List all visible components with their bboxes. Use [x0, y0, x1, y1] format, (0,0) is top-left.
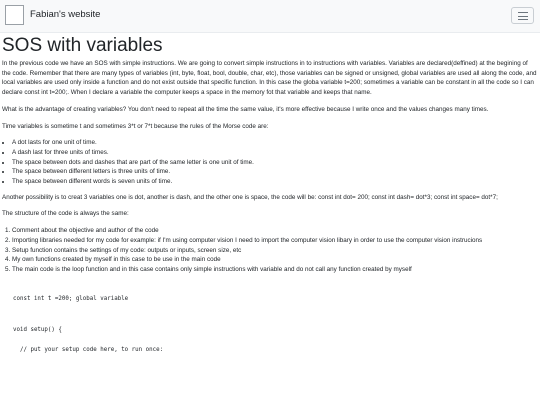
advantage-paragraph: What is the advantage of creating variab…	[2, 105, 489, 113]
list-item: The space between dots and dashes that a…	[12, 158, 538, 168]
intro-paragraph: In the previous code we have an SOS with…	[2, 60, 537, 97]
code-line: void setup() {	[13, 327, 62, 334]
list-item: The space between different letters is t…	[12, 167, 538, 177]
list-item: A dot lasts for one unit of time.	[12, 138, 538, 148]
structure-list: Comment about the objective and author o…	[2, 226, 538, 275]
navbar-toggler-button[interactable]	[511, 7, 534, 24]
main-content: SOS with variables In the previous code …	[0, 35, 540, 355]
structure-intro-paragraph: The structure of the code is always the …	[2, 210, 129, 218]
code-line: const int t =200; global variable	[13, 295, 129, 302]
hamburger-icon-line	[518, 12, 528, 13]
list-item: Comment about the objective and author o…	[12, 226, 538, 236]
possibility-paragraph: Another possibility is to creat 3 variab…	[2, 193, 498, 201]
morse-rules-list: A dot lasts for one unit of time. A dash…	[2, 138, 538, 187]
page-title: SOS with variables	[2, 35, 163, 56]
list-item: The space between different words is sev…	[12, 177, 538, 187]
hamburger-icon-line	[518, 15, 528, 17]
code-block: const int t =200; global variable void se…	[13, 295, 538, 356]
list-item: My own functions created by myself in th…	[12, 255, 538, 265]
code-line: // put your setup code here, to run once…	[13, 346, 164, 353]
navbar: Fabian's website	[0, 0, 540, 33]
hamburger-icon-line	[518, 19, 528, 20]
list-item: A dash last for three units of times.	[12, 148, 538, 158]
site-logo-image[interactable]	[5, 5, 24, 25]
time-intro-paragraph: Time variables is sometime t and sometim…	[2, 122, 269, 130]
list-item: The main code is the loop function and i…	[12, 265, 538, 275]
list-item: Importing libraries needed for my code f…	[12, 236, 538, 246]
list-item: Setup function contains the settings of …	[12, 246, 538, 256]
navbar-brand-link[interactable]: Fabian's website	[30, 9, 100, 20]
